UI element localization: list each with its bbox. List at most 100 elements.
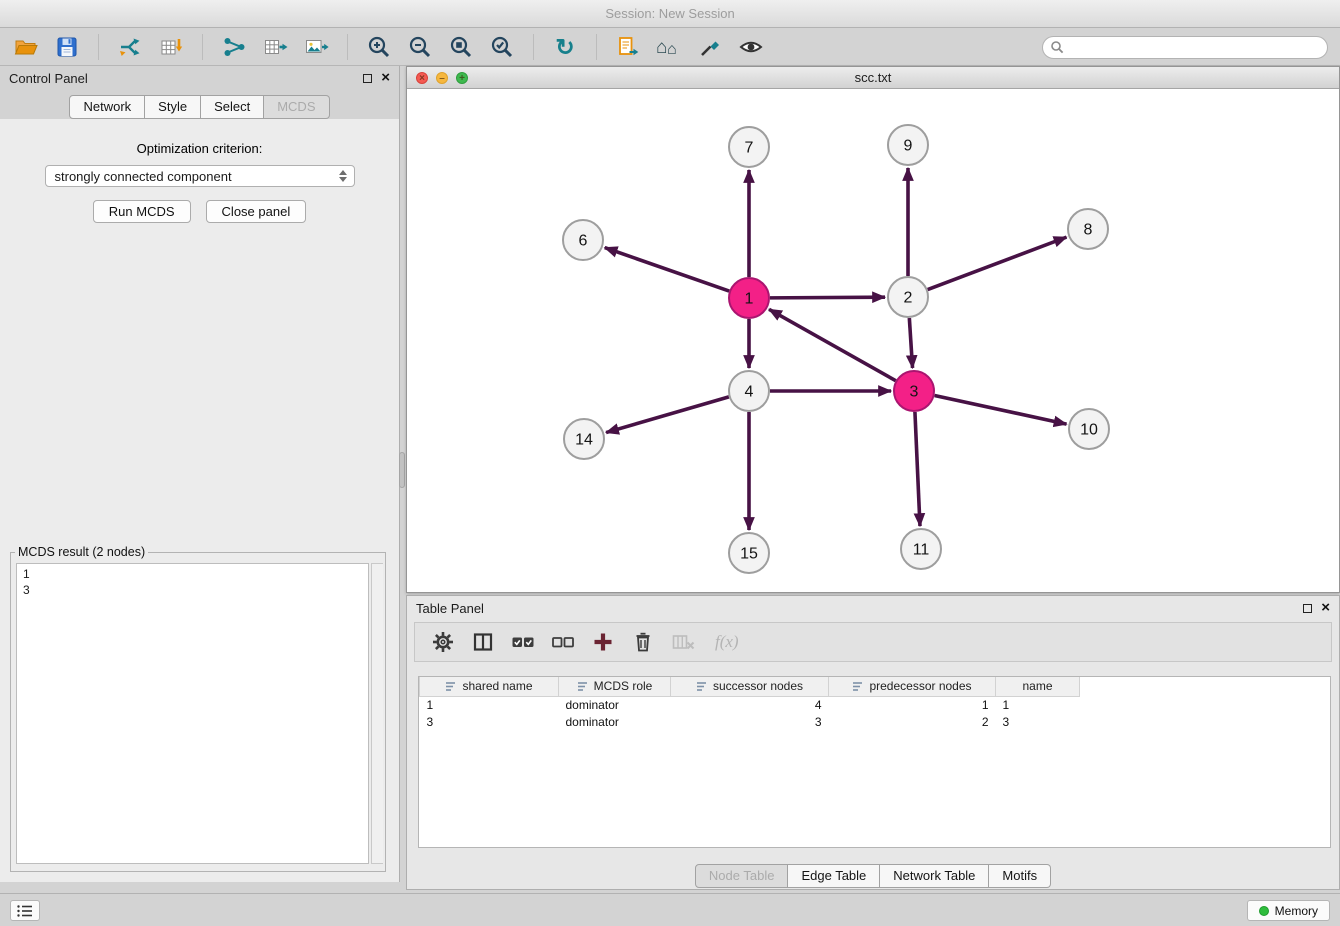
graph-node-label: 2 <box>904 290 913 307</box>
table-panel: Table Panel × <box>406 595 1340 890</box>
graph-edge-1-6[interactable] <box>605 248 729 291</box>
network-share-icon[interactable] <box>220 33 248 61</box>
app-title: Session: New Session <box>605 6 734 21</box>
import-network-table-icon[interactable] <box>261 33 289 61</box>
table-cell[interactable]: dominator <box>559 713 671 730</box>
refresh-icon[interactable]: ↻ <box>551 33 579 61</box>
open-folder-icon[interactable] <box>12 33 40 61</box>
tab-edge-table[interactable]: Edge Table <box>788 864 880 888</box>
select-all-icon[interactable] <box>509 628 537 656</box>
network-window-title: scc.txt <box>855 70 892 85</box>
table-cell[interactable]: 3 <box>420 713 559 730</box>
graph-node-9[interactable]: 9 <box>888 125 928 165</box>
tab-style[interactable]: Style <box>145 95 201 119</box>
close-panel-icon[interactable]: × <box>381 72 390 84</box>
unselect-all-icon[interactable] <box>549 628 577 656</box>
network-window-titlebar[interactable]: × – + scc.txt <box>407 67 1339 89</box>
graph-node-label: 8 <box>1084 222 1093 239</box>
graph-node-4[interactable]: 4 <box>729 371 769 411</box>
graph-node-label: 9 <box>904 138 913 155</box>
graph-edge-2-8[interactable] <box>928 237 1067 289</box>
graph-edge-1-2[interactable] <box>770 297 885 298</box>
graph-node-8[interactable]: 8 <box>1068 209 1108 249</box>
graph-edge-3-1[interactable] <box>769 309 896 380</box>
table-cell[interactable]: 1 <box>996 696 1080 713</box>
column-header-successor-nodes[interactable]: successor nodes <box>671 677 829 696</box>
tab-node-table[interactable]: Node Table <box>695 864 789 888</box>
mcds-result-list[interactable]: 1 3 <box>16 563 369 864</box>
graph-node-2[interactable]: 2 <box>888 277 928 317</box>
graph-node-3[interactable]: 3 <box>894 371 934 411</box>
graph-edge-3-10[interactable] <box>935 395 1067 424</box>
table-cell[interactable]: 1 <box>829 696 996 713</box>
table-row[interactable]: 3 dominator 3 2 3 <box>420 713 1080 730</box>
import-table-file-icon[interactable] <box>157 33 185 61</box>
graph-edge-2-3[interactable] <box>909 318 912 368</box>
close-panel-button[interactable]: Close panel <box>206 200 307 223</box>
zoom-in-icon[interactable] <box>365 33 393 61</box>
control-panel-tabs: Network Style Select MCDS <box>0 95 399 119</box>
window-minimize-icon[interactable]: – <box>436 72 448 84</box>
column-header-mcds-role[interactable]: MCDS role <box>559 677 671 696</box>
window-close-icon[interactable]: × <box>416 72 428 84</box>
show-hide-eye-icon[interactable] <box>737 33 765 61</box>
table-cell[interactable]: 4 <box>671 696 829 713</box>
search-input[interactable] <box>1042 36 1328 59</box>
table-cell[interactable]: dominator <box>559 696 671 713</box>
tab-network[interactable]: Network <box>69 95 145 119</box>
status-bar: Memory <box>0 893 1340 926</box>
add-row-icon[interactable] <box>589 628 617 656</box>
copy-network-icon[interactable] <box>614 33 642 61</box>
tab-select[interactable]: Select <box>201 95 264 119</box>
table-cell[interactable]: 2 <box>829 713 996 730</box>
panel-splitter[interactable] <box>399 452 405 488</box>
tab-mcds[interactable]: MCDS <box>264 95 329 119</box>
zoom-selected-icon[interactable] <box>488 33 516 61</box>
column-header-shared-name[interactable]: shared name <box>420 677 559 696</box>
network-canvas[interactable]: 7 9 6 8 1 2 4 3 14 10 15 11 <box>407 89 1339 592</box>
graph-edge-3-11[interactable] <box>915 412 920 526</box>
table-cell[interactable]: 3 <box>996 713 1080 730</box>
graph-node-11[interactable]: 11 <box>901 529 941 569</box>
tab-motifs[interactable]: Motifs <box>989 864 1051 888</box>
show-columns-icon[interactable] <box>469 628 497 656</box>
graph-node-6[interactable]: 6 <box>563 220 603 260</box>
column-header-predecessor-nodes[interactable]: predecessor nodes <box>829 677 996 696</box>
zoom-out-icon[interactable] <box>406 33 434 61</box>
settings-gear-icon[interactable] <box>429 628 457 656</box>
result-scrollbar-track[interactable] <box>371 563 383 864</box>
panel-menu-button[interactable] <box>10 900 40 921</box>
table-panel-header: Table Panel × <box>407 596 1339 620</box>
column-header-name[interactable]: name <box>996 677 1080 696</box>
graph-node-7[interactable]: 7 <box>729 127 769 167</box>
table-cell[interactable]: 3 <box>671 713 829 730</box>
close-table-panel-icon[interactable]: × <box>1321 602 1330 614</box>
mcds-result-item[interactable]: 1 <box>23 566 362 582</box>
tab-network-table[interactable]: Network Table <box>880 864 989 888</box>
graph-edge-4-14[interactable] <box>606 397 729 433</box>
home-layout-icon[interactable]: ⌂⌂ <box>655 34 683 60</box>
table-row[interactable]: 1 dominator 4 1 1 <box>420 696 1080 713</box>
mcds-result-item[interactable]: 3 <box>23 582 362 598</box>
graph-node-14[interactable]: 14 <box>564 419 604 459</box>
memory-button[interactable]: Memory <box>1247 900 1330 921</box>
graph-node-label: 1 <box>745 291 754 308</box>
export-image-icon[interactable] <box>302 33 330 61</box>
apply-style-icon[interactable] <box>696 33 724 61</box>
zoom-fit-icon[interactable] <box>447 33 475 61</box>
import-network-file-icon[interactable] <box>116 33 144 61</box>
toolbar-separator <box>98 34 99 60</box>
float-table-panel-icon[interactable] <box>1303 604 1312 613</box>
criterion-select[interactable]: strongly connected component <box>45 165 355 187</box>
float-panel-icon[interactable] <box>363 74 372 83</box>
save-icon[interactable] <box>53 33 81 61</box>
delete-row-icon[interactable] <box>629 628 657 656</box>
run-mcds-button[interactable]: Run MCDS <box>93 200 191 223</box>
graph-node-15[interactable]: 15 <box>729 533 769 573</box>
table-panel-tabs: Node Table Edge Table Network Table Moti… <box>407 864 1339 888</box>
graph-node-10[interactable]: 10 <box>1069 409 1109 449</box>
window-zoom-icon[interactable]: + <box>456 72 468 84</box>
table-cell[interactable]: 1 <box>420 696 559 713</box>
table-toolbar: f(x) <box>414 622 1332 662</box>
graph-node-1[interactable]: 1 <box>729 278 769 318</box>
